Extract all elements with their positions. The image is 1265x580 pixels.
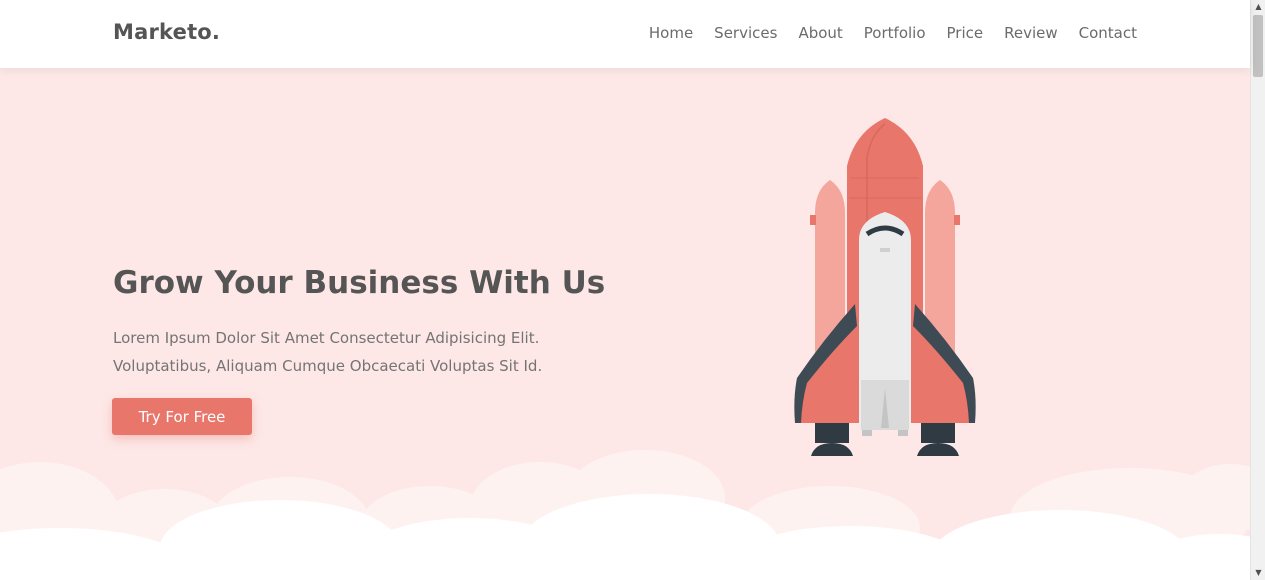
clouds-decoration [0, 450, 1250, 580]
nav-link-home[interactable]: Home [649, 24, 693, 42]
nav-link-review[interactable]: Review [1004, 24, 1058, 42]
hero-section: Grow Your Business With Us Lorem Ipsum D… [0, 68, 1250, 580]
hero-title: Grow Your Business With Us [113, 265, 606, 301]
nav-link-services[interactable]: Services [714, 24, 777, 42]
nav-link-contact[interactable]: Contact [1079, 24, 1137, 42]
nav-link-price[interactable]: Price [947, 24, 984, 42]
arrow-up-icon[interactable]: ▲ [1251, 0, 1265, 14]
scroll-thumb[interactable] [1253, 15, 1263, 77]
nav-link-about[interactable]: About [798, 24, 842, 42]
logo[interactable]: Marketo. [113, 20, 220, 44]
nav-link-portfolio[interactable]: Portfolio [864, 24, 926, 42]
scrollbar[interactable]: ▲ ▼ [1250, 0, 1265, 580]
arrow-down-icon[interactable]: ▼ [1251, 566, 1265, 580]
hero-description: Lorem Ipsum Dolor Sit Amet Consectetur A… [113, 329, 543, 375]
try-for-free-button[interactable]: Try For Free [112, 398, 252, 435]
nav-menu: Home Services About Portfolio Price Revi… [649, 24, 1137, 42]
rocket-illustration [794, 118, 976, 456]
navbar: Marketo. Home Services About Portfolio P… [0, 0, 1250, 68]
